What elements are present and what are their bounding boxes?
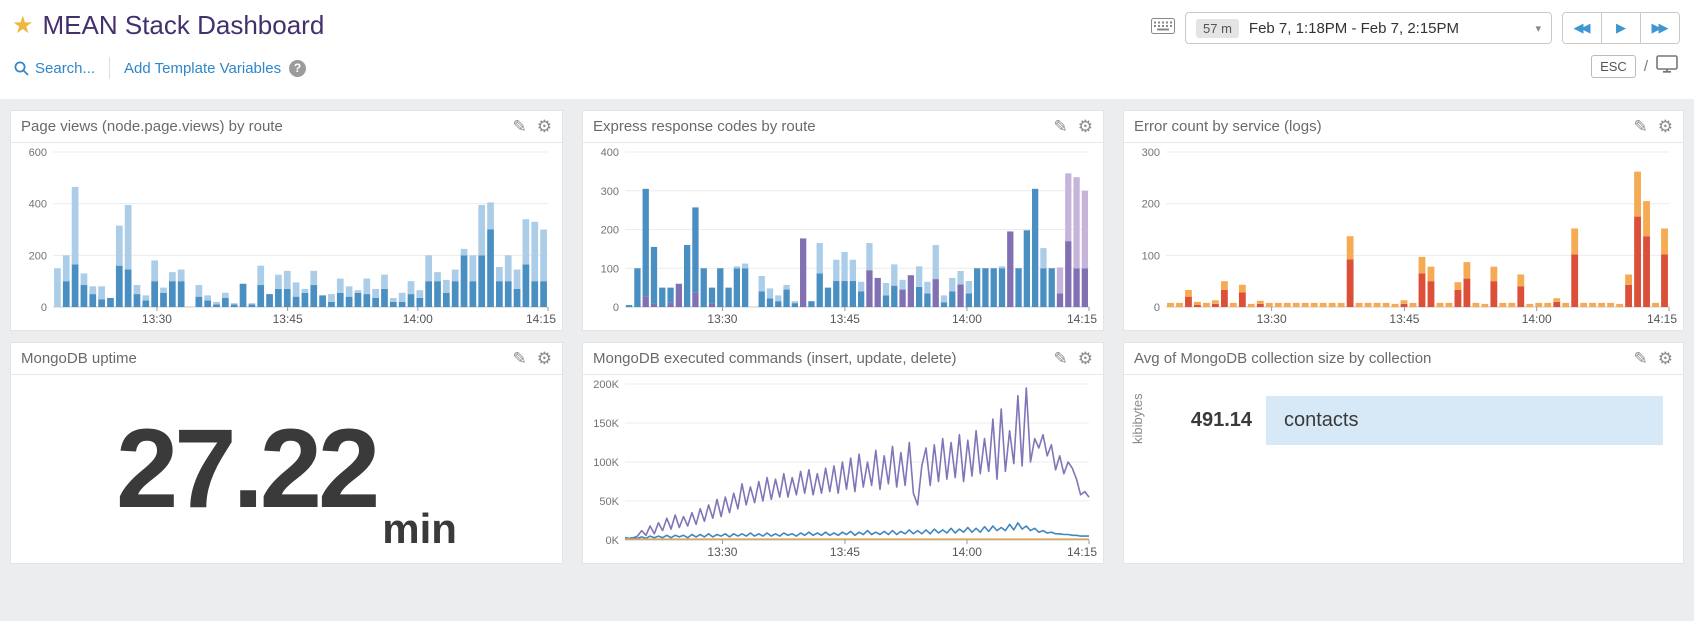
error-count-chart[interactable]: 0 100 200 300 13:30 13:45 14:00 14:15: [1128, 144, 1679, 327]
search-icon: [14, 61, 29, 76]
fullscreen-monitor-icon[interactable]: [1656, 55, 1678, 78]
toplist-bar[interactable]: contacts: [1266, 396, 1663, 445]
svg-text:200: 200: [1142, 199, 1160, 211]
toplist-unit-label: kibibytes: [1130, 393, 1145, 444]
add-template-variables-link[interactable]: Add Template Variables: [124, 60, 281, 77]
panel-title: MongoDB executed commands (insert, updat…: [593, 350, 1044, 367]
time-play-button[interactable]: ▶: [1601, 13, 1640, 43]
edit-pencil-icon[interactable]: ✎: [1054, 118, 1068, 135]
svg-text:13:30: 13:30: [142, 312, 172, 326]
edit-pencil-icon[interactable]: ✎: [513, 118, 527, 135]
svg-text:14:00: 14:00: [952, 312, 982, 326]
uptime-value: 27.22: [116, 413, 376, 525]
svg-text:100K: 100K: [593, 457, 619, 469]
mongodb-commands-chart[interactable]: 0K 50K 100K 150K 200K 13:30 13:45 14:00 14:15: [587, 376, 1099, 560]
favorite-star-icon[interactable]: ★: [12, 11, 34, 40]
edit-pencil-icon[interactable]: ✎: [1634, 118, 1648, 135]
settings-gear-icon[interactable]: ⚙: [1078, 118, 1093, 135]
settings-gear-icon[interactable]: ⚙: [1658, 350, 1673, 367]
panel-title: Error count by service (logs): [1134, 118, 1624, 135]
settings-gear-icon[interactable]: ⚙: [1658, 118, 1673, 135]
svg-text:300: 300: [601, 186, 619, 198]
express-codes-chart[interactable]: 0 100 200 300 400 13:30 13:45 14:00 14:15: [587, 144, 1099, 327]
divider: [109, 57, 110, 79]
chevron-down-icon: ▾: [1535, 22, 1541, 35]
edit-pencil-icon[interactable]: ✎: [1634, 350, 1648, 367]
panel-title: Page views (node.page.views) by route: [21, 118, 503, 135]
toplist-bar-label: contacts: [1284, 409, 1358, 432]
svg-text:0: 0: [41, 302, 47, 314]
svg-text:13:45: 13:45: [273, 312, 303, 326]
svg-text:0: 0: [1154, 302, 1160, 314]
panel-title: Express response codes by route: [593, 118, 1044, 135]
svg-text:200: 200: [601, 225, 619, 237]
svg-text:400: 400: [29, 199, 47, 211]
svg-text:100: 100: [1142, 250, 1160, 262]
svg-text:300: 300: [1142, 147, 1160, 159]
svg-text:13:45: 13:45: [830, 312, 860, 326]
keyboard-shortcuts-icon[interactable]: [1151, 18, 1175, 39]
edit-pencil-icon[interactable]: ✎: [513, 350, 527, 367]
time-nav-group: ◀◀ ▶ ▶▶: [1562, 12, 1680, 44]
svg-text:13:30: 13:30: [1257, 312, 1287, 326]
svg-text:200: 200: [29, 250, 47, 262]
page-views-chart[interactable]: 0 200 400 600 13:30 13:45 14:00 14:15: [15, 144, 558, 327]
time-forward-button[interactable]: ▶▶: [1640, 13, 1679, 43]
svg-text:13:45: 13:45: [830, 545, 860, 559]
search-button[interactable]: Search...: [14, 60, 95, 77]
svg-text:150K: 150K: [593, 418, 619, 430]
toplist-row: 491.14 contacts: [1160, 396, 1663, 445]
svg-text:14:15: 14:15: [526, 312, 556, 326]
settings-gear-icon[interactable]: ⚙: [537, 118, 552, 135]
panel-title: MongoDB uptime: [21, 350, 503, 367]
panel-error-count: Error count by service (logs) ✎ ⚙ 0 100 20…: [1123, 110, 1684, 331]
settings-gear-icon[interactable]: ⚙: [537, 350, 552, 367]
panel-mongodb-uptime: MongoDB uptime ✎ ⚙ 27.22 min: [10, 342, 563, 564]
svg-text:14:00: 14:00: [1522, 312, 1552, 326]
svg-text:0: 0: [613, 302, 619, 314]
panel-collection-size: Avg of MongoDB collection size by collec…: [1123, 342, 1684, 564]
svg-text:600: 600: [29, 147, 47, 159]
slash-separator: /: [1644, 58, 1648, 75]
time-back-button[interactable]: ◀◀: [1563, 13, 1601, 43]
panel-express-codes: Express response codes by route ✎ ⚙ 0 100…: [582, 110, 1104, 331]
esc-button[interactable]: ESC: [1591, 55, 1636, 78]
svg-text:14:15: 14:15: [1647, 312, 1677, 326]
search-label: Search...: [35, 60, 95, 77]
svg-text:14:00: 14:00: [403, 312, 433, 326]
svg-text:14:15: 14:15: [1067, 312, 1097, 326]
edit-pencil-icon[interactable]: ✎: [1054, 350, 1068, 367]
svg-text:200K: 200K: [593, 379, 619, 391]
time-range-picker[interactable]: 57 m Feb 7, 1:18PM - Feb 7, 2:15PM ▾: [1185, 12, 1552, 44]
help-icon[interactable]: ?: [289, 60, 306, 77]
uptime-unit: min: [382, 505, 457, 563]
svg-text:50K: 50K: [599, 496, 619, 508]
time-range-label: Feb 7, 1:18PM - Feb 7, 2:15PM: [1249, 20, 1536, 37]
collection-size-toplist: kibibytes 491.14 contacts: [1124, 374, 1683, 563]
settings-gear-icon[interactable]: ⚙: [1078, 350, 1093, 367]
svg-text:13:30: 13:30: [707, 545, 737, 559]
panel-mongodb-commands: MongoDB executed commands (insert, updat…: [582, 342, 1104, 564]
svg-text:100: 100: [601, 263, 619, 275]
panel-title: Avg of MongoDB collection size by collec…: [1134, 350, 1624, 367]
svg-text:14:15: 14:15: [1067, 545, 1097, 559]
dashboard-title: MEAN Stack Dashboard: [43, 10, 325, 41]
toplist-value: 491.14: [1160, 409, 1252, 432]
svg-text:400: 400: [601, 147, 619, 159]
svg-text:14:00: 14:00: [952, 545, 982, 559]
panel-page-views: Page views (node.page.views) by route ✎ …: [10, 110, 563, 331]
svg-text:13:45: 13:45: [1389, 312, 1419, 326]
time-duration-badge: 57 m: [1196, 19, 1239, 38]
dashboard-board: Page views (node.page.views) by route ✎ …: [0, 99, 1694, 621]
page-header: ★ MEAN Stack Dashboard Search... Add Tem…: [0, 0, 1694, 99]
svg-text:0K: 0K: [606, 535, 620, 547]
svg-text:13:30: 13:30: [707, 312, 737, 326]
